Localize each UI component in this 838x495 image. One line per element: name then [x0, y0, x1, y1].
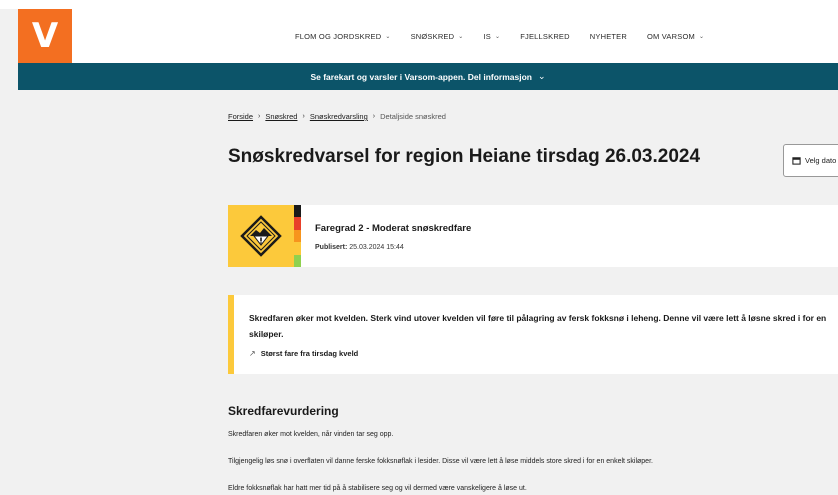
logo-letter: V — [31, 16, 59, 56]
chevron-down-icon: ⌄ — [385, 33, 391, 40]
site-header: V FLOM OG JORDSKRED ⌄ SNØSKRED ⌄ IS ⌄ FJ… — [18, 9, 838, 63]
top-strip — [0, 0, 838, 9]
danger-scale-level-5 — [294, 205, 301, 218]
nav-item-label: NYHETER — [589, 31, 628, 41]
breadcrumb-link-snoskred[interactable]: Snøskred — [265, 112, 297, 121]
danger-level-title: Faregrad 2 - Moderat snøskredfare — [315, 223, 472, 234]
nav-item-label: OM VARSOM — [647, 31, 695, 41]
select-date-button[interactable]: Velg dato — [783, 144, 838, 177]
danger-level-card: Faregrad 2 - Moderat snøskredfare Publis… — [228, 205, 838, 268]
varsom-logo[interactable]: V — [18, 9, 72, 63]
assessment-paragraph: Skredfaren øker mot kvelden, når vinden … — [228, 431, 394, 438]
app-info-banner[interactable]: Se farekart og varsler i Varsom-appen. D… — [18, 63, 838, 90]
published-value: 25.03.2024 15:44 — [349, 244, 404, 251]
breadcrumb-current: Detaljside snøskred — [380, 112, 446, 121]
chevron-down-icon: ⌄ — [495, 33, 501, 40]
danger-summary: Skredfaren øker mot kvelden. Sterk vind … — [228, 295, 838, 374]
trend-label: Størst fare fra tirsdag kveld — [260, 349, 359, 358]
nav-item-fjellskred[interactable]: FJELLSKRED — [520, 32, 570, 41]
danger-scale-level-3 — [294, 229, 301, 243]
page-title: Snøskredvarsel for region Heiane tirsdag… — [228, 146, 701, 167]
danger-scale-level-4 — [294, 217, 301, 230]
main-nav: FLOM OG JORDSKRED ⌄ SNØSKRED ⌄ IS ⌄ FJEL… — [295, 9, 704, 63]
select-date-label: Velg dato — [805, 156, 837, 165]
nav-item-nyheter[interactable]: NYHETER — [590, 32, 627, 41]
nav-item-om-varsom[interactable]: OM VARSOM ⌄ — [647, 32, 704, 41]
chevron-down-icon: ⌄ — [458, 33, 464, 40]
chevron-right-icon: › — [302, 113, 305, 120]
published-label: Publisert: — [315, 244, 348, 251]
chevron-down-icon: ⌄ — [698, 33, 705, 40]
trend-up-icon: ↗ — [249, 349, 256, 358]
avalanche-danger-level-2-icon — [240, 215, 282, 257]
nav-item-label: FJELLSKRED — [520, 31, 570, 41]
chevron-down-icon: ⌄ — [538, 71, 546, 81]
published-info: Publisert: 25.03.2024 15:44 — [315, 244, 404, 251]
breadcrumb-link-forside[interactable]: Forside — [228, 112, 253, 121]
danger-scale — [294, 205, 301, 268]
breadcrumb-link-snoskredvarsling[interactable]: Snøskredvarsling — [310, 112, 368, 121]
nav-item-flom-og-jordskred[interactable]: FLOM OG JORDSKRED ⌄ — [295, 32, 391, 41]
nav-item-label: FLOM OG JORDSKRED — [295, 31, 382, 41]
nav-item-snoskred[interactable]: SNØSKRED ⌄ — [411, 32, 464, 41]
danger-scale-level-2 — [294, 242, 301, 255]
chevron-right-icon: › — [372, 113, 376, 120]
chevron-right-icon: › — [258, 113, 261, 120]
breadcrumb: Forside › Snøskred › Snøskredvarsling › … — [228, 112, 446, 121]
calendar-icon — [792, 157, 801, 165]
assessment-paragraph: Tilgjengelig løs snø i overflaten vil da… — [228, 458, 653, 465]
danger-icon-box — [228, 205, 294, 267]
assessment-paragraph: Eldre fokksnøflak har hatt mer tid på å … — [228, 485, 527, 492]
nav-item-label: SNØSKRED — [410, 31, 455, 41]
banner-text: Se farekart og varsler i Varsom-appen. D… — [310, 71, 532, 82]
nav-item-is[interactable]: IS ⌄ — [484, 32, 501, 41]
summary-text: Skredfaren øker mot kvelden. Sterk vind … — [249, 313, 827, 339]
nav-item-label: IS — [483, 31, 491, 41]
assessment-heading: Skredfarevurdering — [228, 404, 339, 418]
danger-scale-level-1 — [294, 254, 301, 268]
danger-trend: ↗ Størst fare fra tirsdag kveld — [249, 349, 358, 358]
